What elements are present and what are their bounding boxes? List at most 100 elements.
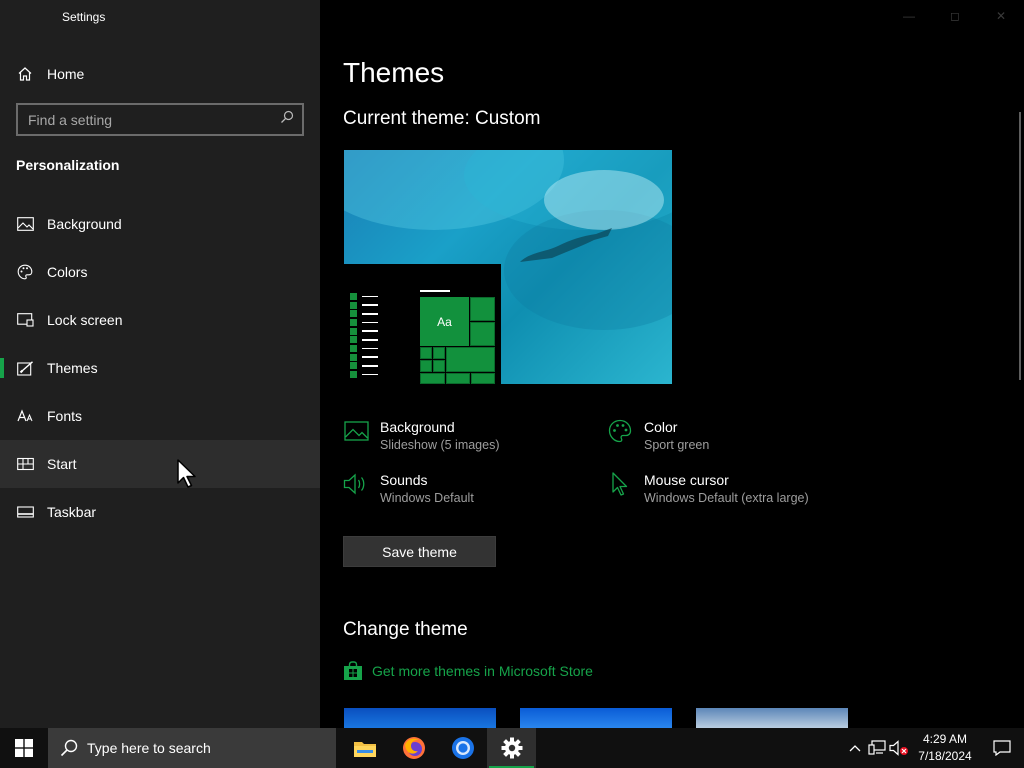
palette-icon xyxy=(16,263,34,281)
store-link-label: Get more themes in Microsoft Store xyxy=(372,663,593,679)
close-icon: ✕ xyxy=(995,9,1007,23)
find-setting-search[interactable] xyxy=(16,103,304,136)
picture-icon xyxy=(16,215,34,233)
clock[interactable]: 4:29 AM 7/18/2024 xyxy=(910,731,980,765)
volume-muted-icon xyxy=(889,740,908,756)
search-input[interactable] xyxy=(28,111,280,128)
sidebar: Settings Home Personalization Background xyxy=(0,0,320,728)
app-title: Settings xyxy=(62,10,106,24)
taskbar-app-chrome[interactable] xyxy=(438,728,487,768)
cursor-icon xyxy=(607,471,633,497)
property-title: Background xyxy=(380,419,455,435)
taskbar-app-file-explorer[interactable] xyxy=(340,728,389,768)
window-controls: — ◻ ✕ xyxy=(886,0,1024,32)
palette-icon xyxy=(607,418,633,444)
settings-window: Settings Home Personalization Background xyxy=(0,0,1024,728)
brush-icon xyxy=(16,359,34,377)
chevron-up-icon xyxy=(849,745,861,752)
property-subtitle: Sport green xyxy=(644,438,710,452)
taskbar-app-firefox[interactable] xyxy=(389,728,438,768)
swimmer-image xyxy=(520,228,612,262)
mouse-pointer-icon xyxy=(176,458,198,495)
background-property-link[interactable]: Background Slideshow (5 images) xyxy=(343,418,500,454)
home-label: Home xyxy=(47,66,85,82)
home-icon xyxy=(16,65,34,83)
clock-date: 7/18/2024 xyxy=(918,749,972,763)
settings-gear-icon xyxy=(501,737,522,759)
sidebar-item-label: Fonts xyxy=(47,408,83,424)
store-bag-icon xyxy=(343,661,363,681)
taskbar-icon xyxy=(16,503,34,521)
home-button[interactable]: Home xyxy=(16,62,84,86)
minimize-button[interactable]: — xyxy=(886,0,932,32)
property-title: Mouse cursor xyxy=(644,472,729,488)
speaker-icon xyxy=(343,471,369,497)
change-theme-heading: Change theme xyxy=(343,619,468,640)
start-button[interactable] xyxy=(0,728,48,768)
tile-group-header xyxy=(420,290,450,292)
search-icon[interactable] xyxy=(280,110,294,129)
sidebar-item-lock-screen[interactable]: Lock screen xyxy=(0,296,320,344)
system-tray: 4:29 AM 7/18/2024 xyxy=(844,728,1024,768)
property-subtitle: Windows Default xyxy=(380,491,474,505)
taskbar-app-settings[interactable] xyxy=(487,728,536,768)
section-title: Personalization xyxy=(16,157,120,173)
network-icon xyxy=(868,740,886,755)
current-theme-heading: Current theme: Custom xyxy=(343,108,541,129)
sidebar-item-label: Themes xyxy=(47,360,98,376)
sidebar-item-label: Taskbar xyxy=(47,504,97,520)
lock-screen-icon xyxy=(16,311,34,329)
selected-indicator xyxy=(0,358,4,378)
mouse-cursor-property-link[interactable]: Mouse cursor Windows Default (extra larg… xyxy=(607,471,809,507)
start-menu-preview: Aa xyxy=(344,264,501,384)
minimize-icon: — xyxy=(903,9,915,23)
sounds-property-link[interactable]: Sounds Windows Default xyxy=(343,471,474,507)
theme-thumbnail-1[interactable] xyxy=(344,708,496,728)
theme-preview: Aa xyxy=(344,150,672,384)
chrome-icon xyxy=(451,737,474,759)
microsoft-store-link[interactable]: Get more themes in Microsoft Store xyxy=(343,661,593,681)
sidebar-item-start[interactable]: Start xyxy=(0,440,320,488)
property-title: Sounds xyxy=(380,472,428,488)
volume-button[interactable] xyxy=(888,728,910,768)
page-title: Themes xyxy=(343,57,445,88)
save-theme-button[interactable]: Save theme xyxy=(343,536,496,567)
clock-time: 4:29 AM xyxy=(922,732,968,746)
property-subtitle: Windows Default (extra large) xyxy=(644,491,809,505)
sidebar-item-taskbar[interactable]: Taskbar xyxy=(0,488,320,536)
file-explorer-icon xyxy=(353,742,376,757)
color-property-link[interactable]: Color Sport green xyxy=(607,418,709,454)
theme-thumbnail-2[interactable] xyxy=(520,708,672,728)
firefox-icon xyxy=(402,737,425,759)
sidebar-nav: Background Colors Lock screen Themes Fon… xyxy=(0,200,320,536)
sidebar-item-label: Background xyxy=(47,216,122,232)
sidebar-item-fonts[interactable]: Fonts xyxy=(0,392,320,440)
search-icon xyxy=(60,739,78,757)
property-title: Color xyxy=(644,419,678,435)
show-hidden-icons-button[interactable] xyxy=(844,728,866,768)
scrollbar[interactable] xyxy=(1019,112,1021,380)
maximize-icon: ◻ xyxy=(950,9,960,23)
preview-tile-text: Aa xyxy=(420,297,469,346)
sidebar-item-colors[interactable]: Colors xyxy=(0,248,320,296)
network-button[interactable] xyxy=(866,728,888,768)
start-icon xyxy=(16,455,34,473)
taskbar-search-placeholder: Type here to search xyxy=(87,740,211,756)
windows-logo-icon xyxy=(15,739,33,757)
sidebar-item-label: Colors xyxy=(47,264,88,280)
theme-thumbnail-3[interactable] xyxy=(696,708,848,728)
sidebar-item-label: Lock screen xyxy=(47,312,123,328)
taskbar-search-box[interactable]: Type here to search xyxy=(48,728,336,768)
sidebar-item-themes[interactable]: Themes xyxy=(0,344,320,392)
tiles-preview: Aa xyxy=(420,297,495,384)
picture-icon xyxy=(343,418,369,444)
app-list-preview xyxy=(350,292,378,379)
notification-icon xyxy=(993,740,1011,756)
property-subtitle: Slideshow (5 images) xyxy=(380,438,500,452)
close-button[interactable]: ✕ xyxy=(978,0,1024,32)
maximize-button[interactable]: ◻ xyxy=(932,0,978,32)
action-center-button[interactable] xyxy=(980,728,1024,768)
font-icon xyxy=(16,407,34,425)
taskbar: Type here to search 4:29 AM 7/18/2024 xyxy=(0,728,1024,768)
sidebar-item-background[interactable]: Background xyxy=(0,200,320,248)
